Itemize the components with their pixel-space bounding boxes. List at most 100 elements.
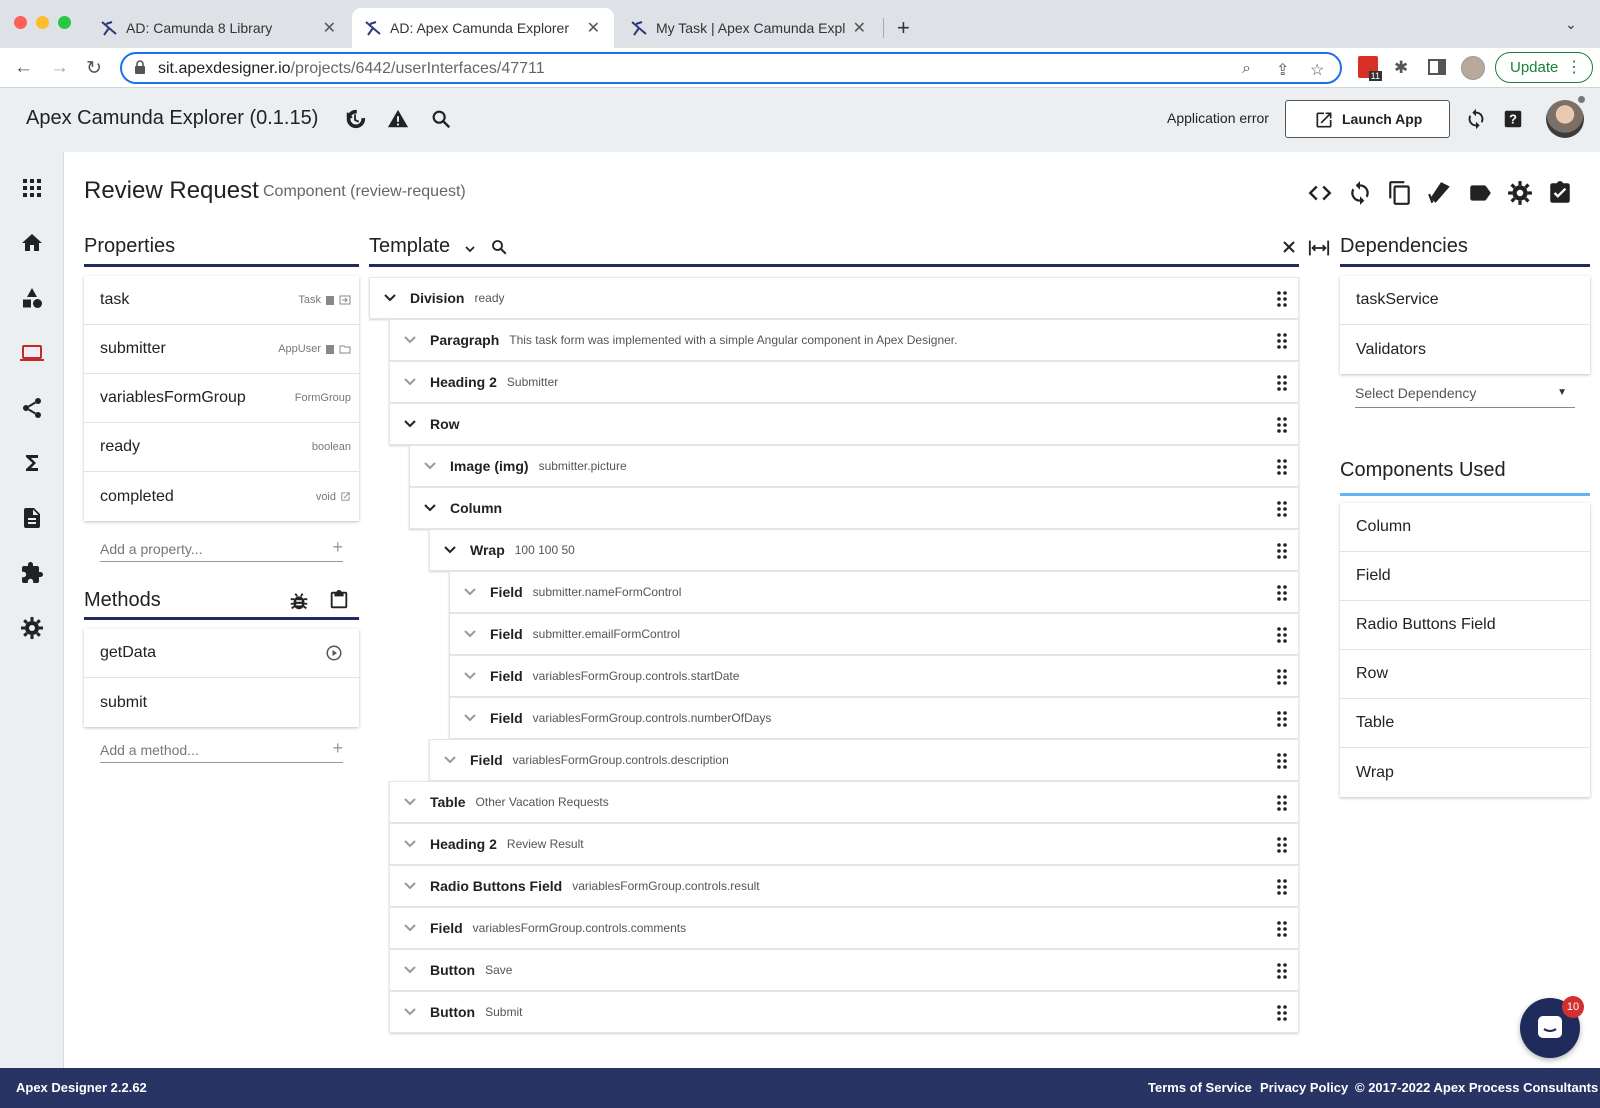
- add-property-input[interactable]: Add a property... +: [100, 537, 343, 562]
- component-row-wrap[interactable]: Wrap: [1340, 748, 1590, 797]
- tab-search-chevron-icon[interactable]: ⌄: [1565, 16, 1577, 33]
- browser-profile-avatar[interactable]: [1461, 56, 1485, 80]
- property-row-submitter[interactable]: submitter AppUser: [84, 325, 359, 374]
- launch-app-button[interactable]: Launch App: [1285, 100, 1450, 138]
- add-method-input[interactable]: Add a method... +: [100, 738, 343, 763]
- chevron-collapsed-icon[interactable]: [402, 1004, 418, 1020]
- close-tab-icon[interactable]: ✕: [853, 18, 866, 38]
- template-node[interactable]: Radio Buttons Field variablesFormGroup.co…: [389, 865, 1299, 907]
- chevron-down-icon[interactable]: [462, 241, 478, 257]
- chevron-collapsed-icon[interactable]: [462, 710, 478, 726]
- template-node[interactable]: Heading 2 Submitter: [389, 361, 1299, 403]
- template-title[interactable]: Template: [369, 235, 450, 258]
- browser-tab-camunda-explorer[interactable]: AD: Apex Camunda Explorer ✕: [352, 8, 614, 48]
- drag-handle-icon[interactable]: [1276, 626, 1288, 644]
- maximize-window-button[interactable]: [58, 16, 71, 29]
- search-icon[interactable]: [428, 106, 454, 132]
- close-tab-icon[interactable]: ✕: [323, 18, 336, 38]
- browser-tab-my-task[interactable]: My Task | Apex Camunda Explorer ✕: [618, 8, 880, 48]
- template-node[interactable]: Field variablesFormGroup.controls.startDa…: [449, 655, 1299, 697]
- drag-handle-icon[interactable]: [1276, 668, 1288, 686]
- add-plus-icon[interactable]: +: [332, 537, 343, 558]
- home-icon[interactable]: [20, 231, 44, 255]
- property-row-variablesformgroup[interactable]: variablesFormGroup FormGroup: [84, 374, 359, 423]
- template-node[interactable]: Field submitter.emailFormControl: [449, 613, 1299, 655]
- category-shapes-icon[interactable]: [20, 286, 44, 310]
- bookmark-star-icon[interactable]: ☆: [1310, 60, 1324, 80]
- style-cards-icon[interactable]: [1427, 180, 1453, 206]
- chevron-collapsed-icon[interactable]: [402, 878, 418, 894]
- template-node[interactable]: Field variablesFormGroup.controls.numberO…: [449, 697, 1299, 739]
- settings-gear-icon[interactable]: [20, 616, 44, 640]
- play-circle-icon[interactable]: [325, 644, 343, 662]
- property-row-ready[interactable]: ready boolean: [84, 423, 359, 472]
- chevron-collapsed-icon[interactable]: [402, 794, 418, 810]
- share-nodes-icon[interactable]: [20, 396, 44, 420]
- expand-width-icon[interactable]: [1308, 238, 1330, 258]
- sync-icon[interactable]: [1463, 106, 1489, 132]
- chevron-collapsed-icon[interactable]: [462, 626, 478, 642]
- chevron-collapsed-icon[interactable]: [402, 920, 418, 936]
- user-avatar[interactable]: [1546, 100, 1584, 138]
- browser-tab-camunda-library[interactable]: AD: Camunda 8 Library ✕: [88, 8, 350, 48]
- address-bar[interactable]: sit.apexdesigner.io/projects/6442/userIn…: [120, 52, 1342, 84]
- component-row-radio-buttons-field[interactable]: Radio Buttons Field: [1340, 601, 1590, 650]
- close-tab-icon[interactable]: ✕: [587, 18, 600, 38]
- template-search-input[interactable]: [514, 236, 1274, 258]
- drag-handle-icon[interactable]: [1276, 962, 1288, 980]
- method-row-submit[interactable]: submit: [84, 678, 359, 727]
- warning-icon[interactable]: [385, 106, 411, 132]
- puzzle-extension-icon[interactable]: [20, 561, 44, 585]
- template-node[interactable]: Field submitter.nameFormControl: [449, 571, 1299, 613]
- chevron-collapsed-icon[interactable]: [462, 584, 478, 600]
- drag-handle-icon[interactable]: [1276, 374, 1288, 392]
- sigma-icon[interactable]: [20, 451, 44, 475]
- drag-handle-icon[interactable]: [1276, 332, 1288, 350]
- settings-gear-icon[interactable]: [1507, 180, 1533, 206]
- close-window-button[interactable]: [14, 16, 27, 29]
- clear-search-close-icon[interactable]: [1282, 240, 1296, 254]
- bug-debug-icon[interactable]: [288, 590, 310, 612]
- drag-handle-icon[interactable]: [1276, 542, 1288, 560]
- component-row-column[interactable]: Column: [1340, 503, 1590, 552]
- file-icon[interactable]: [20, 506, 44, 530]
- side-panel-icon[interactable]: [1428, 59, 1446, 75]
- minimize-window-button[interactable]: [36, 16, 49, 29]
- terms-link[interactable]: Terms of Service: [1148, 1080, 1252, 1095]
- update-button[interactable]: Update ⋮: [1495, 52, 1593, 83]
- refresh-sync-icon[interactable]: [1347, 180, 1373, 206]
- forward-arrow-icon[interactable]: →: [50, 57, 69, 79]
- drag-handle-icon[interactable]: [1276, 458, 1288, 476]
- zoom-icon[interactable]: ⌕: [1242, 60, 1251, 78]
- template-node[interactable]: Heading 2 Review Result: [389, 823, 1299, 865]
- chevron-down-icon[interactable]: [442, 542, 458, 558]
- calendar-extension-icon[interactable]: 11: [1358, 56, 1382, 81]
- template-node[interactable]: Button Save: [389, 949, 1299, 991]
- select-dependency-dropdown[interactable]: Select Dependency ▼: [1355, 385, 1575, 408]
- copy-icon[interactable]: [1387, 180, 1413, 206]
- drag-handle-icon[interactable]: [1276, 794, 1288, 812]
- template-node[interactable]: Paragraph This task form was implemented …: [389, 319, 1299, 361]
- chevron-down-icon[interactable]: [422, 500, 438, 516]
- drag-handle-icon[interactable]: [1276, 1004, 1288, 1022]
- template-node[interactable]: Table Other Vacation Requests: [389, 781, 1299, 823]
- drag-handle-icon[interactable]: [1276, 710, 1288, 728]
- template-node[interactable]: Image (img) submitter.picture: [409, 445, 1299, 487]
- drag-handle-icon[interactable]: [1276, 290, 1288, 308]
- chevron-collapsed-icon[interactable]: [442, 752, 458, 768]
- label-tag-icon[interactable]: [1467, 180, 1493, 206]
- history-icon[interactable]: [342, 106, 368, 132]
- template-node[interactable]: Field variablesFormGroup.controls.descrip…: [429, 739, 1299, 781]
- clipboard-icon[interactable]: [328, 588, 350, 612]
- template-node[interactable]: Field variablesFormGroup.controls.comment…: [389, 907, 1299, 949]
- chevron-down-icon[interactable]: [402, 416, 418, 432]
- chevron-collapsed-icon[interactable]: [402, 374, 418, 390]
- new-tab-button[interactable]: +: [897, 15, 910, 41]
- dependency-row-taskservice[interactable]: taskService: [1340, 276, 1590, 325]
- method-row-getdata[interactable]: getData: [84, 629, 359, 678]
- template-node[interactable]: Column: [409, 487, 1299, 529]
- extensions-puzzle-icon[interactable]: ✱: [1394, 58, 1408, 78]
- chevron-collapsed-icon[interactable]: [422, 458, 438, 474]
- chevron-collapsed-icon[interactable]: [462, 668, 478, 684]
- assignment-check-icon[interactable]: [1547, 180, 1573, 206]
